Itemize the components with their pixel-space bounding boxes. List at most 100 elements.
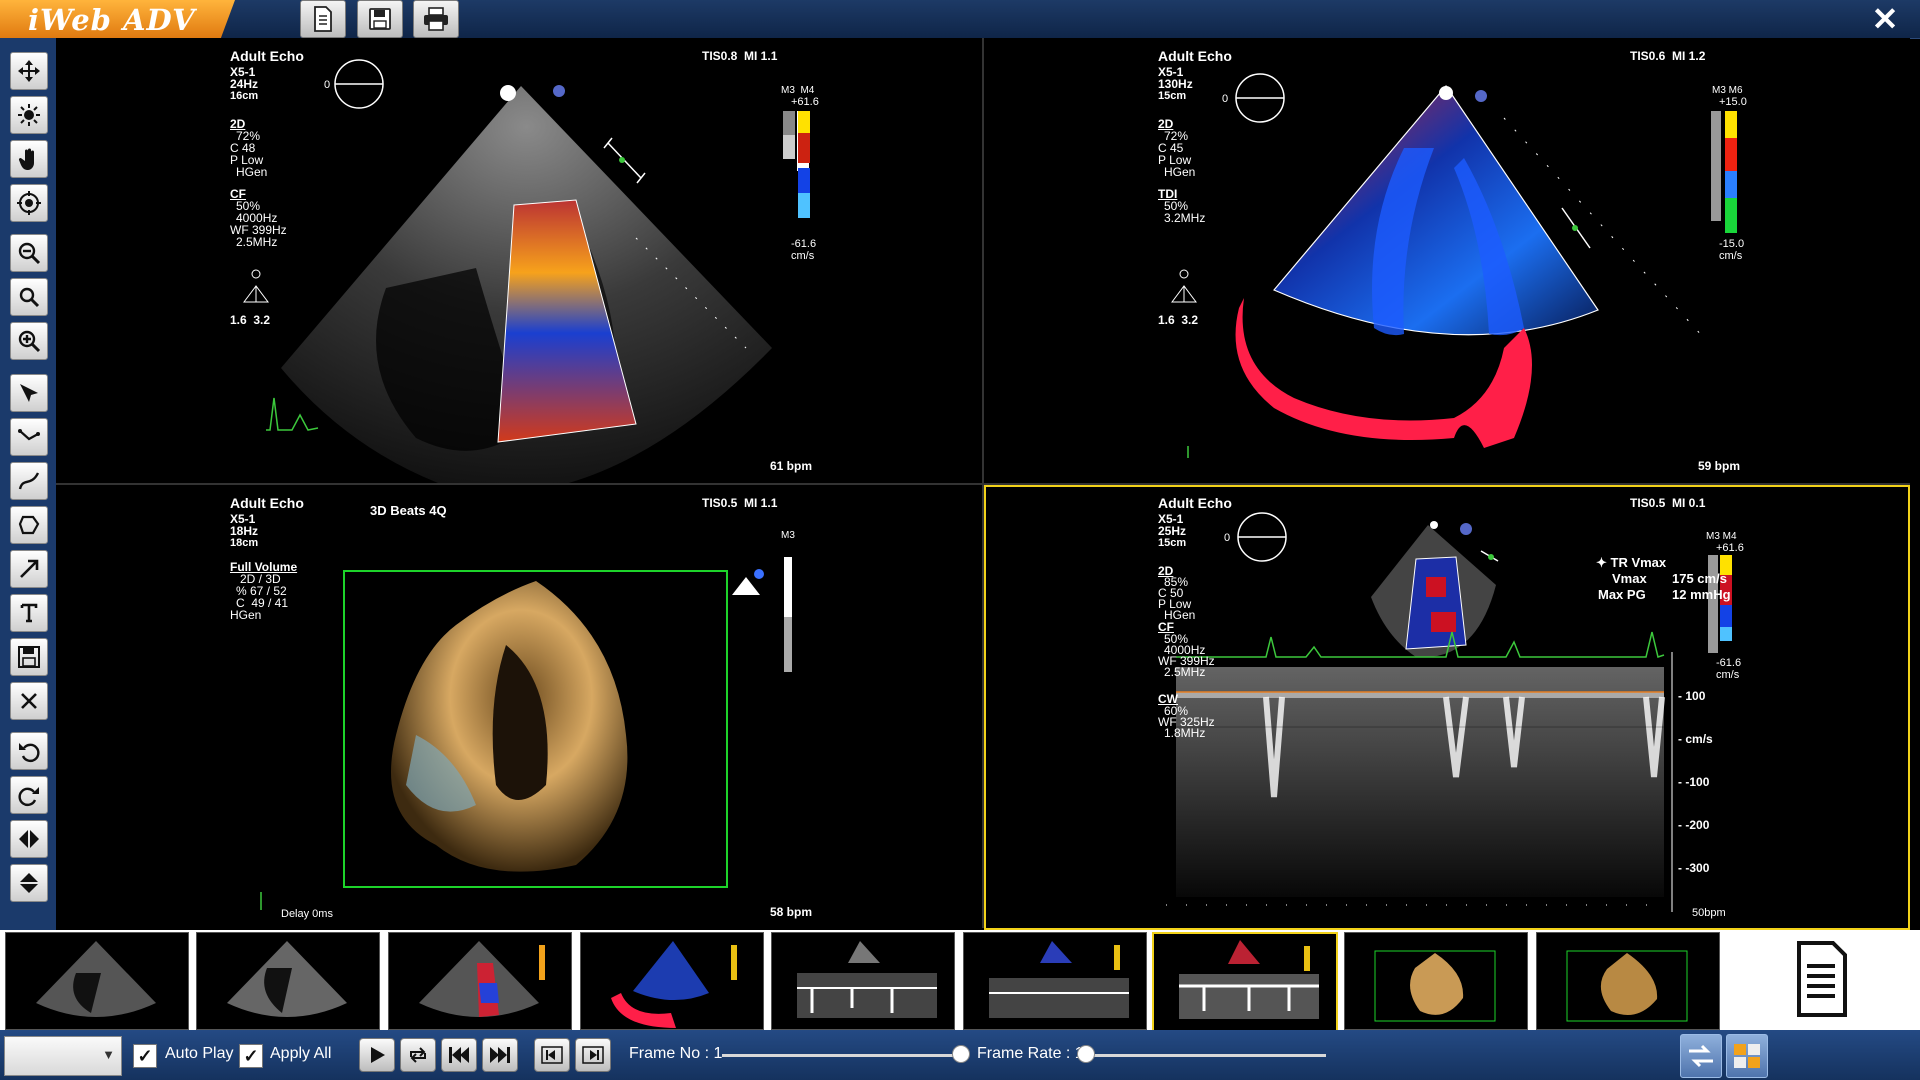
zoom-in-icon <box>18 330 41 353</box>
thumbnail-6[interactable] <box>963 932 1147 1030</box>
flip-horizontal-icon <box>19 830 39 848</box>
thumbnail-9[interactable] <box>1536 932 1720 1030</box>
title-bar: iWeb ADV ✕ <box>0 0 1920 39</box>
frame-slider-handle[interactable] <box>952 1045 970 1063</box>
app-logo: iWeb ADV <box>0 0 235 38</box>
orientation-marker: 0 <box>1224 532 1231 544</box>
image-panel-3[interactable]: Adult Echo X5-1 18Hz 18cm 3D Beats 4Q Fu… <box>56 485 984 928</box>
trace-tool-button[interactable] <box>10 462 48 500</box>
thumbnail-5[interactable] <box>771 932 955 1030</box>
hand-tool-button[interactable] <box>10 140 48 178</box>
orientation-marker: 0 <box>324 79 331 91</box>
redo-button[interactable] <box>10 776 48 814</box>
ultrasound-image-1 <box>243 59 810 483</box>
move-arrows-icon <box>18 60 40 82</box>
delete-x-icon <box>21 693 37 709</box>
zoom-in-button[interactable] <box>10 322 48 360</box>
scale-max: +61.6 <box>791 96 819 108</box>
frame-slider-track[interactable] <box>722 1054 958 1057</box>
flip-vertical-button[interactable] <box>10 864 48 902</box>
target-icon <box>17 191 41 215</box>
curve-icon <box>18 472 40 490</box>
target-tool-button[interactable] <box>10 184 48 222</box>
vmax-label: Vmax <box>1612 571 1647 586</box>
text-annotation-button[interactable] <box>10 594 48 632</box>
redo-icon <box>18 787 39 807</box>
frame-rate-slider-track[interactable] <box>1080 1054 1326 1057</box>
thumbnail-3[interactable] <box>388 932 572 1030</box>
zoom-out-button[interactable] <box>10 234 48 272</box>
auto-play-label: Auto Play <box>165 1045 234 1062</box>
exam-label: Adult Echo <box>230 48 304 64</box>
report-document-icon[interactable] <box>1796 940 1848 1018</box>
mode-param: HGen <box>230 608 262 622</box>
save-button[interactable] <box>357 0 403 38</box>
brightness-tool-button[interactable] <box>10 96 48 134</box>
arrow-annotation-button[interactable] <box>10 550 48 588</box>
mode-param: 1.8MHz <box>1164 726 1206 740</box>
grid-layout-icon <box>1734 1044 1760 1068</box>
vmax-value: 175 cm/s <box>1672 571 1727 586</box>
auto-play-checkbox[interactable]: ✓ <box>133 1044 157 1068</box>
undo-button[interactable] <box>10 732 48 770</box>
print-button[interactable] <box>413 0 459 38</box>
brightness-icon <box>18 104 40 126</box>
angle-line-icon <box>18 429 40 441</box>
mode-param: 2.5MHz <box>236 235 278 249</box>
mode-param: 3.2MHz <box>1164 211 1206 225</box>
loop-icon <box>410 1047 426 1063</box>
pan-tool-button[interactable] <box>10 52 48 90</box>
tis-mi-label: TIS0.5 MI 1.1 <box>702 496 778 510</box>
first-frame-button[interactable] <box>441 1038 477 1072</box>
frame-rate-label: 130Hz <box>1158 77 1193 91</box>
frame-rate-label: 18Hz <box>230 524 259 538</box>
playback-bar: ▼ ✓ Auto Play ✓ Apply All Frame No : 1 F… <box>0 1030 1920 1080</box>
image-panel-1[interactable]: Adult Echo X5-1 24Hz 16cm 2D 72% C 48 P … <box>56 38 984 485</box>
prev-frame-button[interactable] <box>534 1038 570 1072</box>
ultrasound-image-3d <box>260 557 792 910</box>
step-forward-icon <box>582 1046 604 1064</box>
loop-button[interactable] <box>400 1038 436 1072</box>
frame-rate-slider-handle[interactable] <box>1077 1045 1095 1063</box>
thumbnail-4[interactable] <box>580 932 764 1030</box>
scale-unit: cm/s <box>1719 250 1743 262</box>
tool-palette <box>0 38 56 930</box>
delay-label: Delay 0ms <box>281 908 333 920</box>
play-button[interactable] <box>359 1038 395 1072</box>
frame-rate-label: 25Hz <box>1158 524 1187 538</box>
depth-label: 15cm <box>1158 537 1187 549</box>
document-icon <box>314 6 332 32</box>
polygon-icon <box>18 515 40 535</box>
hand-icon <box>18 148 34 170</box>
image-panel-4-selected[interactable]: Adult Echo X5-1 25Hz 15cm 2D 85% C 50 P … <box>984 485 1910 930</box>
save-frame-button[interactable] <box>10 638 48 676</box>
ultrasound-image-2 <box>1171 73 1737 458</box>
close-button[interactable]: ✕ <box>1868 1 1902 37</box>
layout-grid-button[interactable] <box>1726 1034 1768 1078</box>
last-frame-button[interactable] <box>482 1038 518 1072</box>
zoom-out-icon <box>18 242 41 265</box>
angle-tool-button[interactable] <box>10 418 48 456</box>
layout-dropdown[interactable]: ▼ <box>4 1036 122 1076</box>
measurement-title: ✦ TR Vmax <box>1596 555 1667 570</box>
mode-param: HGen <box>236 165 268 179</box>
flip-horizontal-button[interactable] <box>10 820 48 858</box>
thumbnail-2[interactable] <box>196 932 380 1030</box>
transfer-button[interactable] <box>1680 1034 1722 1078</box>
area-tool-button[interactable] <box>10 506 48 544</box>
zoom-button[interactable] <box>10 278 48 316</box>
thumbnail-1[interactable] <box>5 932 189 1030</box>
next-frame-button[interactable] <box>575 1038 611 1072</box>
pointer-tool-button[interactable] <box>10 374 48 412</box>
step-back-icon <box>541 1046 563 1064</box>
image-panel-2[interactable]: Adult Echo X5-1 130Hz 15cm 2D 72% C 45 P… <box>984 38 1910 485</box>
apply-all-checkbox[interactable]: ✓ <box>239 1044 263 1068</box>
delete-annotation-button[interactable] <box>10 682 48 720</box>
report-button[interactable] <box>300 0 346 38</box>
thumbnail-7-selected[interactable] <box>1152 932 1338 1032</box>
thumbnail-8[interactable] <box>1344 932 1528 1030</box>
exam-label: Adult Echo <box>1158 48 1232 64</box>
frame-rate-label: Frame Rate : 1 <box>977 1045 1084 1062</box>
exam-label: Adult Echo <box>1158 495 1232 511</box>
max-pg-label: Max PG <box>1598 587 1646 602</box>
